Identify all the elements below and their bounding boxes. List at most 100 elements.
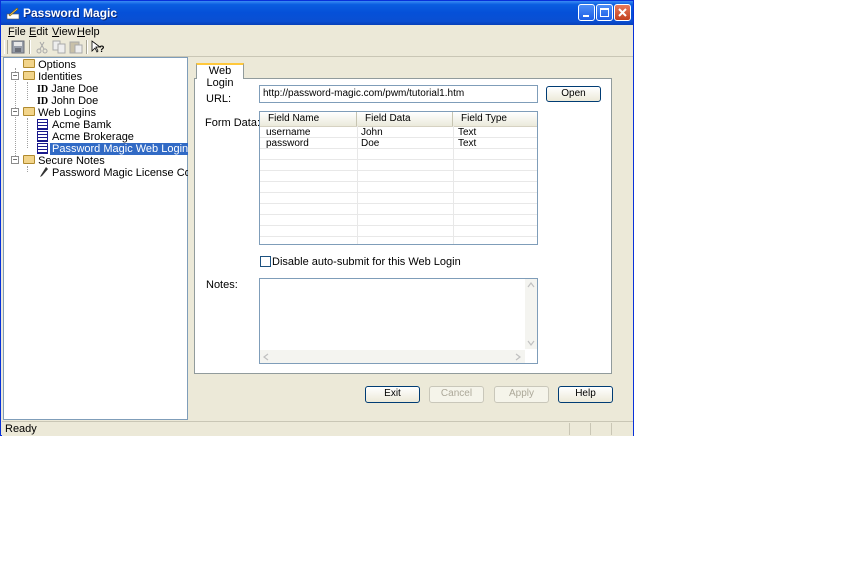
tree-node-acme-bank[interactable]: Acme Bamk bbox=[52, 119, 111, 131]
disable-auto-submit-label[interactable]: Disable auto-submit for this Web Login bbox=[272, 256, 461, 268]
scroll-down-icon[interactable] bbox=[527, 340, 535, 346]
web-login-icon bbox=[37, 131, 48, 142]
grid-line bbox=[260, 170, 537, 171]
column-header-field-data[interactable]: Field Data bbox=[357, 112, 453, 126]
status-panel bbox=[569, 423, 590, 435]
help-button[interactable]: Help bbox=[558, 386, 613, 403]
status-panel bbox=[611, 423, 632, 435]
scroll-up-icon[interactable] bbox=[527, 282, 535, 288]
window-title: Password Magic bbox=[23, 6, 118, 20]
status-text: Ready bbox=[5, 423, 37, 435]
tree-node-options[interactable]: Options bbox=[23, 59, 76, 71]
title-bar[interactable]: Password Magic bbox=[1, 1, 633, 25]
tab-web-login[interactable]: Web Login bbox=[196, 63, 244, 89]
maximize-icon bbox=[600, 8, 609, 17]
grid-line bbox=[260, 225, 537, 226]
toolbar-separator bbox=[86, 40, 88, 54]
column-header-field-type[interactable]: Field Type bbox=[453, 112, 537, 126]
open-button-label: Open bbox=[561, 88, 586, 99]
tree-node-acme-brokerage[interactable]: Acme Brokerage bbox=[52, 131, 134, 143]
grid-cell[interactable]: Text bbox=[452, 138, 537, 149]
status-panel bbox=[590, 423, 611, 435]
grid-cell[interactable]: John bbox=[355, 127, 453, 138]
disable-auto-submit-checkbox[interactable] bbox=[260, 256, 271, 267]
exit-button[interactable]: Exit bbox=[365, 386, 420, 403]
folder-icon bbox=[23, 71, 35, 80]
tree-line bbox=[27, 118, 29, 148]
grid-line bbox=[260, 203, 537, 204]
tree-node-label: Jane Doe bbox=[51, 83, 99, 95]
column-header-field-name[interactable]: Field Name bbox=[260, 112, 357, 126]
menu-edit-label: dit bbox=[36, 26, 48, 38]
url-value: http://password-magic.com/pwm/tutorial1.… bbox=[263, 88, 465, 99]
menu-file-label: ile bbox=[14, 26, 26, 38]
tree-node-label: Acme Brokerage bbox=[52, 131, 134, 143]
tree-node-label: Password Magic License Code bbox=[52, 167, 204, 179]
form-data-grid[interactable]: Field Name Field Data Field Type usernam… bbox=[259, 111, 538, 245]
toolbar-grip[interactable] bbox=[4, 40, 8, 54]
open-button[interactable]: Open bbox=[546, 86, 601, 102]
identity-icon: ID bbox=[37, 96, 49, 107]
grid-cell[interactable]: Doe bbox=[355, 138, 453, 149]
notes-textarea[interactable] bbox=[259, 278, 538, 364]
copy-icon[interactable] bbox=[51, 39, 67, 55]
tree-node-label: Identities bbox=[38, 71, 83, 83]
grid-cell[interactable]: Text bbox=[452, 127, 537, 138]
save-icon[interactable] bbox=[10, 39, 26, 55]
tree-node-license-code[interactable]: Password Magic License Code bbox=[52, 167, 203, 179]
url-label: URL: bbox=[206, 93, 232, 105]
tree-node-label: Web Logins bbox=[38, 107, 96, 119]
tree-line bbox=[27, 82, 29, 100]
expander-minus-icon[interactable]: − bbox=[11, 156, 19, 164]
folder-icon bbox=[23, 155, 35, 164]
web-login-icon bbox=[37, 119, 48, 130]
tree-node-john-doe[interactable]: ID John Doe bbox=[37, 95, 98, 107]
grid-cell[interactable]: password bbox=[260, 138, 357, 149]
cancel-button-label: Cancel bbox=[440, 388, 473, 399]
tree-node-secure-notes[interactable]: Secure Notes bbox=[23, 155, 105, 167]
tree-node-web-logins[interactable]: Web Logins bbox=[23, 107, 96, 119]
maximize-button[interactable] bbox=[596, 4, 613, 21]
help-cursor-icon[interactable]: ? bbox=[90, 39, 106, 55]
expander-minus-icon[interactable]: − bbox=[11, 72, 19, 80]
help-button-label: Help bbox=[575, 388, 596, 399]
menu-help[interactable]: Help bbox=[74, 25, 103, 39]
grid-cell[interactable]: username bbox=[260, 127, 357, 138]
notes-vertical-scrollbar[interactable] bbox=[525, 279, 537, 349]
scroll-right-icon[interactable] bbox=[515, 353, 521, 361]
identity-icon: ID bbox=[37, 84, 49, 95]
cut-icon[interactable] bbox=[34, 39, 50, 55]
toolbar-separator bbox=[29, 40, 31, 54]
apply-button-label: Apply bbox=[508, 388, 534, 399]
menu-edit[interactable]: Edit bbox=[26, 25, 51, 39]
menu-help-label: elp bbox=[84, 26, 100, 38]
grid-line bbox=[260, 236, 537, 237]
tree-node-label: Acme Bamk bbox=[52, 119, 112, 131]
tree-node-jane-doe[interactable]: ID Jane Doe bbox=[37, 83, 98, 95]
expander-minus-icon[interactable]: − bbox=[11, 108, 19, 116]
grid-line bbox=[260, 214, 537, 215]
tree-view[interactable]: Options − Identities ID Jane Doe ID John… bbox=[3, 57, 230, 420]
notes-label: Notes: bbox=[206, 279, 238, 291]
exit-button-label: Exit bbox=[384, 388, 401, 399]
url-input[interactable]: http://password-magic.com/pwm/tutorial1.… bbox=[259, 85, 538, 103]
app-pen-icon bbox=[6, 7, 20, 20]
paste-icon[interactable] bbox=[68, 39, 84, 55]
tree-node-identities[interactable]: Identities bbox=[23, 71, 82, 83]
notes-horizontal-scrollbar[interactable] bbox=[260, 350, 525, 363]
close-button[interactable] bbox=[614, 4, 631, 21]
grid-header: Field Name Field Data Field Type bbox=[260, 112, 537, 127]
tree-node-label: John Doe bbox=[51, 95, 99, 107]
close-icon bbox=[618, 8, 627, 17]
menu-file-accel: F bbox=[8, 26, 15, 38]
cancel-button[interactable]: Cancel bbox=[429, 386, 484, 403]
status-bar: Ready bbox=[2, 421, 633, 436]
grid-line bbox=[260, 192, 537, 193]
scroll-left-icon[interactable] bbox=[263, 353, 269, 361]
web-login-icon bbox=[37, 143, 48, 154]
apply-button[interactable]: Apply bbox=[494, 386, 549, 403]
minimize-icon bbox=[583, 15, 589, 17]
grid-line bbox=[260, 181, 537, 182]
minimize-button[interactable] bbox=[578, 4, 595, 21]
menu-help-accel: H bbox=[77, 26, 85, 38]
